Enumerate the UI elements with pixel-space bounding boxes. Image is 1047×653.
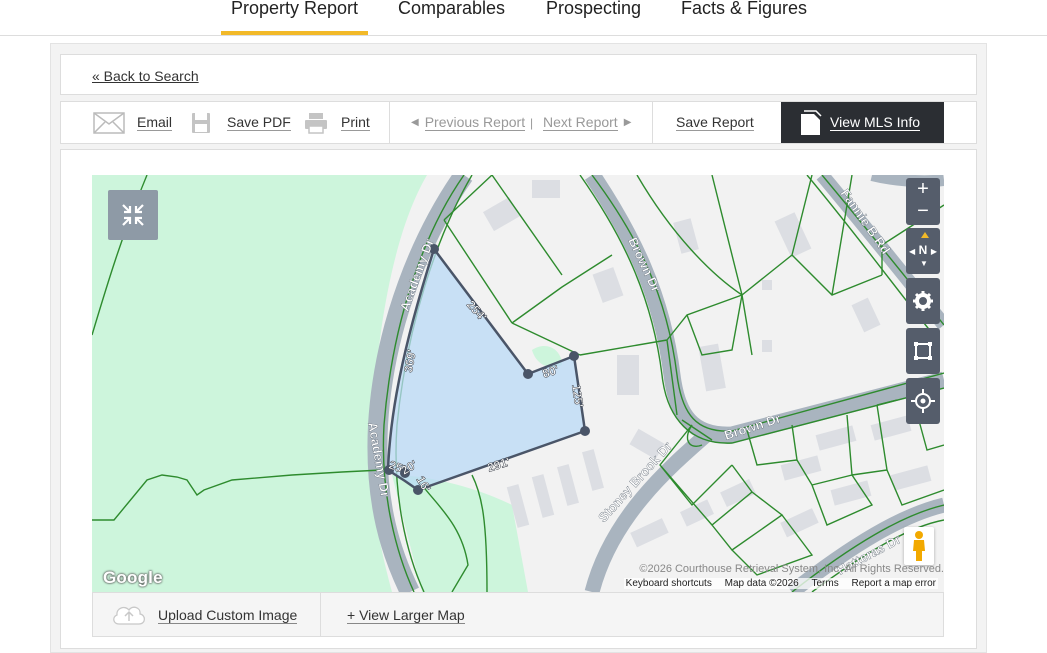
top-nav: Property Report Comparables Prospecting … xyxy=(0,0,1047,36)
back-to-search-link[interactable]: « Back to Search xyxy=(92,68,199,84)
draw-shape-button[interactable] xyxy=(906,328,940,374)
report-map-error-link[interactable]: Report a map error xyxy=(852,578,936,589)
caret-right-icon: ▶ xyxy=(623,117,632,128)
zoom-controls: + − xyxy=(906,178,940,225)
crosshair-icon xyxy=(911,389,935,413)
email-button[interactable]: Email xyxy=(93,102,173,143)
next-report-label: Next Report xyxy=(543,114,618,131)
zoom-out-button[interactable]: − xyxy=(906,201,940,224)
floppy-disk-icon xyxy=(192,112,210,133)
compass-west-icon: ◀ xyxy=(909,247,916,256)
printer-icon xyxy=(305,112,327,134)
email-label: Email xyxy=(137,114,173,131)
upload-custom-image-label: Upload Custom Image xyxy=(158,606,298,624)
toolbar-divider xyxy=(389,102,390,143)
document-icon xyxy=(801,109,822,135)
view-larger-map-label: + View Larger Map xyxy=(347,606,465,624)
cloud-upload-icon xyxy=(113,606,146,625)
tab-facts-figures[interactable]: Facts & Figures xyxy=(673,0,815,35)
map-attribution: Keyboard shortcuts Map data ©2026 Terms … xyxy=(623,578,938,589)
envelope-icon xyxy=(93,111,125,134)
settings-button[interactable] xyxy=(906,278,940,324)
square-select-icon xyxy=(914,342,932,360)
brown-dr-road xyxy=(584,175,944,444)
map-data-text: Map data ©2026 xyxy=(724,578,799,589)
parcel-map[interactable]: Academy Dr Academy Dr Brown Dr Brown Dr … xyxy=(92,175,944,592)
gear-icon xyxy=(913,291,933,311)
save-report-label: Save Report xyxy=(676,114,754,131)
back-bar: « Back to Search xyxy=(60,54,977,95)
tab-property-report[interactable]: Property Report xyxy=(221,0,368,35)
zoom-in-button[interactable]: + xyxy=(906,178,940,201)
tab-comparables[interactable]: Comparables xyxy=(389,0,514,35)
compass-control[interactable]: N ◀ ▶ ▼ xyxy=(906,228,940,274)
tab-prospecting[interactable]: Prospecting xyxy=(536,0,651,35)
compass-south-icon: ▼ xyxy=(920,259,928,268)
save-pdf-label: Save PDF xyxy=(227,114,291,131)
save-report-button[interactable]: Save Report xyxy=(676,102,754,143)
report-toolbar: Email Save PDF Print ◀ Previous Report |… xyxy=(60,101,977,144)
street-view-pegman[interactable] xyxy=(904,527,934,565)
bottom-divider xyxy=(320,593,321,637)
collapse-map-button[interactable] xyxy=(108,190,158,240)
caret-left-icon: ◀ xyxy=(411,117,419,128)
locate-button[interactable] xyxy=(906,378,940,424)
upload-custom-image-button[interactable]: Upload Custom Image xyxy=(111,593,298,637)
map-bottom-bar: Upload Custom Image + View Larger Map xyxy=(92,592,944,637)
compass-east-icon: ▶ xyxy=(930,247,937,256)
google-logo: Google xyxy=(103,568,163,587)
terms-link[interactable]: Terms xyxy=(812,578,839,589)
street-label-fannie-b-rd: Fannie B Rd xyxy=(838,186,894,257)
keyboard-shortcuts-link[interactable]: Keyboard shortcuts xyxy=(626,578,712,589)
previous-report-label: Previous Report xyxy=(424,114,526,131)
report-nav-divider: | xyxy=(530,115,534,130)
compress-arrows-icon xyxy=(122,204,144,226)
print-button[interactable]: Print xyxy=(304,102,370,143)
view-mls-label: View MLS Info xyxy=(830,114,921,131)
toolbar-divider xyxy=(652,102,653,143)
view-mls-button[interactable]: View MLS Info xyxy=(781,102,944,143)
map-copyright: ©2026 Courthouse Retrieval System, Inc. … xyxy=(639,563,944,575)
view-larger-map-button[interactable]: + View Larger Map xyxy=(347,593,465,637)
north-arrow-icon xyxy=(921,232,929,238)
print-label: Print xyxy=(341,114,370,131)
save-pdf-button[interactable]: Save PDF xyxy=(191,102,291,143)
previous-report-button[interactable]: ◀ Previous Report xyxy=(411,102,526,143)
map-canvas[interactable]: Academy Dr Academy Dr Brown Dr Brown Dr … xyxy=(92,175,944,592)
next-report-button[interactable]: Next Report ▶ xyxy=(543,102,631,143)
pegman-icon xyxy=(913,531,925,561)
